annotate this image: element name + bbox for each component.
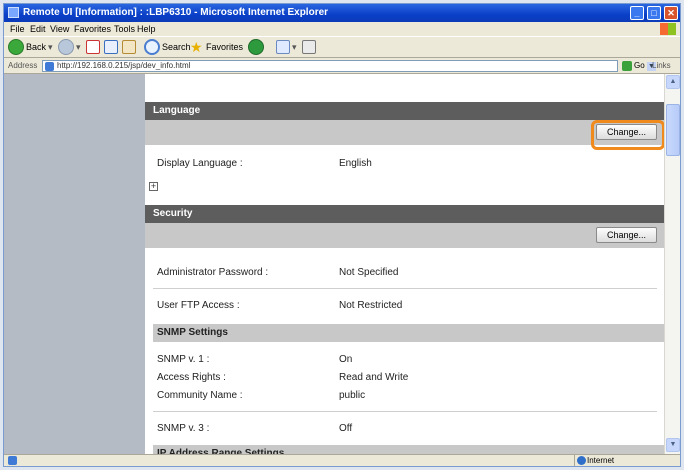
access-rights-label: Access Rights : — [157, 372, 226, 383]
address-label: Address — [8, 61, 38, 70]
scroll-up-icon[interactable]: ▲ — [666, 75, 680, 89]
internet-globe-icon — [577, 456, 586, 465]
vertical-scrollbar[interactable]: ▲ ▼ — [664, 74, 680, 454]
ip-range-header: IP Address Range Settings — [153, 445, 664, 454]
snmp-v1-label: SNMP v. 1 : — [157, 354, 210, 365]
back-dropdown-icon[interactable]: ▾ — [48, 39, 53, 56]
go-arrow-icon — [622, 60, 632, 71]
page-icon — [45, 62, 54, 71]
go-label: Go — [634, 61, 645, 70]
status-bar: Internet — [4, 454, 680, 466]
menu-file[interactable]: File — [10, 24, 25, 34]
minimize-button[interactable]: _ — [630, 6, 644, 20]
toolbar: Back ▾ ▾ Search ★ Favorites ▾ — [4, 36, 680, 58]
home-icon[interactable] — [122, 40, 136, 54]
expand-icon[interactable]: + — [149, 182, 158, 191]
window-title: Remote UI [Information] : :LBP6310 - Mic… — [23, 7, 329, 18]
admin-password-value: Not Specified — [339, 267, 399, 278]
left-sidebar — [4, 74, 145, 454]
scroll-down-icon[interactable]: ▼ — [666, 438, 680, 452]
close-button[interactable]: ✕ — [664, 6, 678, 20]
title-bar: Remote UI [Information] : :LBP6310 - Mic… — [4, 4, 680, 22]
menu-bar: File Edit View Favorites Tools Help — [4, 22, 680, 36]
user-ftp-label: User FTP Access : — [157, 300, 240, 311]
search-button[interactable]: Search — [162, 39, 191, 56]
favorites-star-icon[interactable]: ★ — [190, 39, 203, 56]
snmp-v3-label: SNMP v. 3 : — [157, 423, 210, 434]
scroll-thumb[interactable] — [666, 104, 680, 156]
language-action-bar: Change... — [145, 120, 664, 145]
snmp-v3-value: Off — [339, 423, 353, 434]
ie-app-icon — [8, 7, 19, 18]
page-content: Language Change... Display Language : En… — [4, 74, 664, 454]
divider — [153, 288, 657, 289]
forward-dropdown-icon[interactable]: ▾ — [76, 39, 81, 56]
browser-window: Remote UI [Information] : :LBP6310 - Mic… — [3, 3, 681, 467]
admin-password-label: Administrator Password : — [157, 267, 269, 278]
mail-icon[interactable] — [276, 40, 290, 54]
menu-help[interactable]: Help — [137, 24, 156, 34]
stop-icon[interactable] — [86, 40, 100, 54]
menu-view[interactable]: View — [50, 24, 69, 34]
main-panel: Language Change... Display Language : En… — [145, 74, 664, 454]
language-section-header: Language — [145, 102, 664, 120]
refresh-icon[interactable] — [104, 40, 118, 54]
back-button[interactable]: Back — [26, 39, 46, 56]
windows-logo-icon — [660, 23, 676, 35]
user-ftp-value: Not Restricted — [339, 300, 403, 311]
change-button-highlight — [591, 120, 664, 150]
maximize-button[interactable]: □ — [647, 6, 661, 20]
address-input[interactable]: http://192.168.0.215/jsp/dev_info.html ▼ — [42, 60, 656, 72]
community-name-label: Community Name : — [157, 390, 243, 401]
divider — [153, 411, 657, 412]
print-icon[interactable] — [302, 40, 316, 54]
zone-label: Internet — [587, 456, 615, 465]
display-language-label: Display Language : — [157, 158, 243, 169]
snmp-v1-value: On — [339, 354, 353, 365]
security-action-bar: Change... — [145, 223, 664, 248]
page-status-icon — [8, 456, 17, 465]
search-icon[interactable] — [144, 39, 160, 55]
back-arrow-icon[interactable] — [8, 39, 24, 55]
menu-tools[interactable]: Tools — [114, 24, 135, 34]
security-zone: Internet — [574, 455, 678, 466]
security-change-button[interactable]: Change... — [596, 227, 657, 243]
mail-dropdown-icon[interactable]: ▾ — [292, 39, 297, 56]
display-language-value: English — [339, 158, 372, 169]
snmp-settings-header: SNMP Settings — [153, 324, 664, 342]
menu-edit[interactable]: Edit — [30, 24, 46, 34]
address-url[interactable]: http://192.168.0.215/jsp/dev_info.html — [57, 61, 190, 71]
links-button[interactable]: Links — [652, 61, 671, 70]
access-rights-value: Read and Write — [339, 372, 409, 383]
address-bar: Address http://192.168.0.215/jsp/dev_inf… — [4, 58, 680, 74]
security-section-header: Security — [145, 205, 664, 223]
forward-arrow-icon[interactable] — [58, 39, 74, 55]
menu-favorites[interactable]: Favorites — [74, 24, 111, 34]
media-icon[interactable] — [248, 39, 264, 55]
go-button[interactable]: Go — [622, 60, 648, 72]
community-name-value: public — [339, 390, 366, 401]
favorites-button[interactable]: Favorites — [206, 39, 243, 56]
